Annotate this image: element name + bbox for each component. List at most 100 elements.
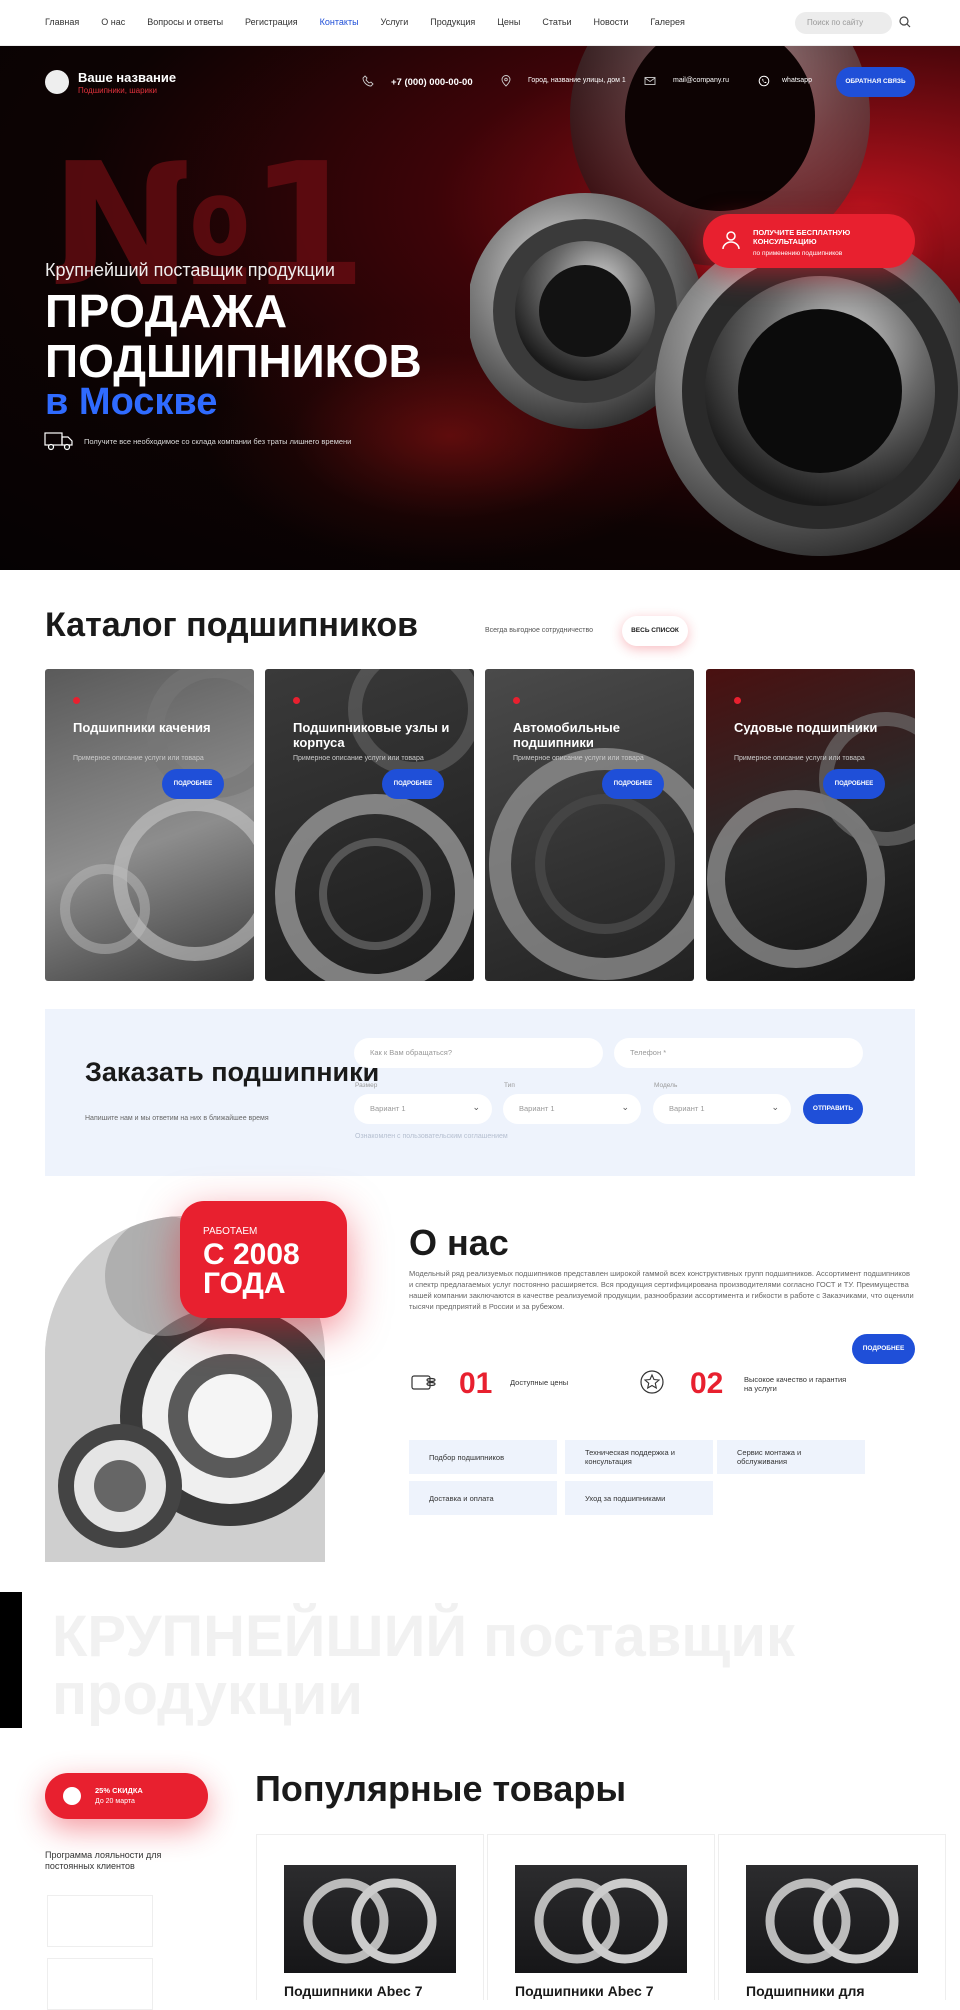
service-tag[interactable]: Доставка и оплата	[409, 1481, 557, 1515]
catalog-card[interactable]: Судовые подшипники Примерное описание ус…	[706, 669, 915, 981]
logo[interactable]	[45, 70, 69, 94]
callback-button[interactable]: ОБРАТНАЯ СВЯЗЬ	[836, 67, 915, 97]
service-tag[interactable]: Техническая поддержка и консультация	[565, 1440, 713, 1474]
card-title: Автомобильные подшипники	[513, 720, 621, 750]
card-more-button[interactable]: ПОДРОБНЕЕ	[602, 769, 664, 799]
product-card[interactable]: Подшипники Abec 7	[487, 1834, 715, 2000]
type-select-value: Вариант 1	[519, 1104, 555, 1113]
service-tag[interactable]: Сервис монтажа и обслуживания	[717, 1440, 865, 1474]
model-select[interactable]: Вариант 1 ⌄	[653, 1094, 791, 1124]
consultation-button[interactable]: ПОЛУЧИТЕ БЕСПЛАТНУЮ КОНСУЛЬТАЦИЮ по прим…	[703, 214, 915, 268]
product-card[interactable]: Подшипники Abec 7	[256, 1834, 484, 2000]
header-phone[interactable]: +7 (000) 000-00-00	[391, 77, 473, 88]
quality-badge-icon	[640, 1370, 664, 1394]
side-bar	[0, 1592, 22, 1728]
location-icon	[501, 75, 511, 87]
hero-bearings-image	[470, 46, 960, 556]
nav-link-products[interactable]: Продукция	[430, 17, 475, 27]
consultant-icon	[722, 231, 740, 250]
header-address: Город, название улицы, дом 1	[528, 77, 626, 84]
nav-link-articles[interactable]: Статьи	[542, 17, 571, 27]
product-bearings	[534, 1878, 668, 1964]
nav-link-gallery[interactable]: Галерея	[650, 17, 685, 27]
nav-link-about[interactable]: О нас	[101, 17, 125, 27]
nav-link-faq[interactable]: Вопросы и ответы	[147, 17, 223, 27]
nav-link-contacts[interactable]: Контакты	[320, 17, 359, 27]
product-image	[746, 1865, 918, 1973]
card-image	[275, 669, 474, 981]
model-select-value: Вариант 1	[669, 1104, 705, 1113]
about-more-button[interactable]: ПОДРОБНЕЕ	[852, 1334, 915, 1364]
brand-subtitle: Подшипники, шарики	[78, 86, 157, 95]
product-name: Подшипники для	[746, 1983, 865, 1999]
catalog-title: Каталог подшипников	[45, 606, 419, 644]
product-card[interactable]: Подшипники для	[718, 1834, 946, 2000]
product-image	[515, 1865, 687, 1973]
service-tag[interactable]: Подбор подшипников	[409, 1440, 557, 1474]
about-text: Модельный ряд реализуемых подшипников пр…	[409, 1269, 914, 1311]
product-name: Подшипники Abec 7	[284, 1983, 423, 1999]
wallet-icon	[411, 1375, 436, 1390]
order-title: Заказать подшипники	[85, 1057, 380, 1087]
catalog-card[interactable]: Подшипники качения Примерное описание ус…	[45, 669, 254, 981]
card-more-button[interactable]: ПОДРОБНЕЕ	[162, 769, 224, 799]
partner-logo	[47, 1958, 153, 2010]
nav-link-news[interactable]: Новости	[594, 17, 629, 27]
hero-title-line2: ПОДШИПНИКОВ	[45, 335, 422, 387]
card-more-button[interactable]: ПОДРОБНЕЕ	[823, 769, 885, 799]
feature-text: Доступные цены	[510, 1378, 569, 1387]
discount-subtitle: До 20 марта	[95, 1798, 135, 1805]
search-icon[interactable]	[898, 15, 912, 29]
chevron-down-icon: ⌄	[621, 1102, 629, 1112]
product-image	[284, 1865, 456, 1973]
phone-field[interactable]: Телефон *	[614, 1038, 863, 1068]
consultation-title: ПОЛУЧИТЕ БЕСПЛАТНУЮ КОНСУЛЬТАЦИЮ	[753, 228, 851, 247]
card-dot	[734, 697, 741, 704]
card-image	[489, 748, 694, 980]
size-select[interactable]: Вариант 1 ⌄	[354, 1094, 492, 1124]
card-title: Подшипники качения	[73, 720, 211, 735]
discount-badge[interactable]: 25% СКИДКА До 20 марта	[45, 1773, 208, 1819]
card-title: Подшипниковые узлы и корпуса	[293, 720, 450, 750]
send-button[interactable]: ОТПРАВИТЬ	[803, 1094, 863, 1124]
top-navigation: Главная О нас Вопросы и ответы Регистрац…	[0, 0, 960, 46]
header-whatsapp[interactable]: whatsapp	[782, 77, 812, 84]
discount-icon	[63, 1787, 81, 1805]
nav-link-home[interactable]: Главная	[45, 17, 79, 27]
type-select[interactable]: Вариант 1 ⌄	[503, 1094, 641, 1124]
service-tag[interactable]: Уход за подшипниками	[565, 1481, 713, 1515]
discount-title: 25% СКИДКА	[95, 1786, 143, 1795]
brand-name[interactable]: Ваше название	[78, 70, 176, 85]
mail-icon	[644, 77, 656, 85]
card-more-button[interactable]: ПОДРОБНЕЕ	[382, 769, 444, 799]
nav-link-register[interactable]: Регистрация	[245, 17, 298, 27]
card-description: Примерное описание услуги или товара	[734, 755, 865, 762]
feature-number: 01	[459, 1367, 493, 1400]
hero-title-line3: в Москве	[45, 381, 218, 423]
nav-links: Главная О нас Вопросы и ответы Регистрац…	[45, 17, 707, 27]
nav-link-prices[interactable]: Цены	[497, 17, 520, 27]
search-input[interactable]: Поиск по сайту	[795, 12, 892, 34]
whatsapp-icon	[758, 75, 770, 87]
chevron-down-icon: ⌄	[472, 1102, 480, 1112]
nav-link-services[interactable]: Услуги	[381, 17, 409, 27]
card-description: Примерное описание услуги или товара	[293, 755, 424, 762]
hero-title-line1: ПРОДАЖА	[45, 285, 288, 337]
model-label: Модель	[654, 1082, 678, 1089]
badge-small-text: РАБОТАЕМ	[203, 1226, 258, 1237]
about-title: О нас	[409, 1222, 509, 1263]
agreement-link[interactable]: Ознакомлен с пользовательским соглашение…	[355, 1133, 508, 1140]
catalog-card[interactable]: Автомобильные подшипники Примерное описа…	[485, 669, 694, 981]
catalog-card[interactable]: Подшипниковые узлы и корпуса Примерное о…	[265, 669, 474, 981]
header-email[interactable]: mail@company.ru	[673, 77, 729, 84]
name-field[interactable]: Как к Вам обращаться?	[354, 1038, 603, 1068]
product-bearings	[303, 1878, 437, 1964]
banner-text-line2: продукции	[52, 1662, 363, 1727]
card-description: Примерное описание услуги или товара	[73, 755, 204, 762]
catalog-all-button[interactable]: ВЕСЬ СПИСОК	[622, 616, 688, 646]
badge-years-word: ГОДА	[203, 1267, 286, 1300]
badge-year: С 2008	[203, 1238, 300, 1271]
order-subtitle: Напишите нам и мы ответим на них в ближа…	[85, 1115, 269, 1122]
banner-text-line1: КРУПНЕЙШИЙ поставщик	[52, 1604, 796, 1669]
hero-tagline: Крупнейший поставщик продукции	[45, 260, 335, 280]
